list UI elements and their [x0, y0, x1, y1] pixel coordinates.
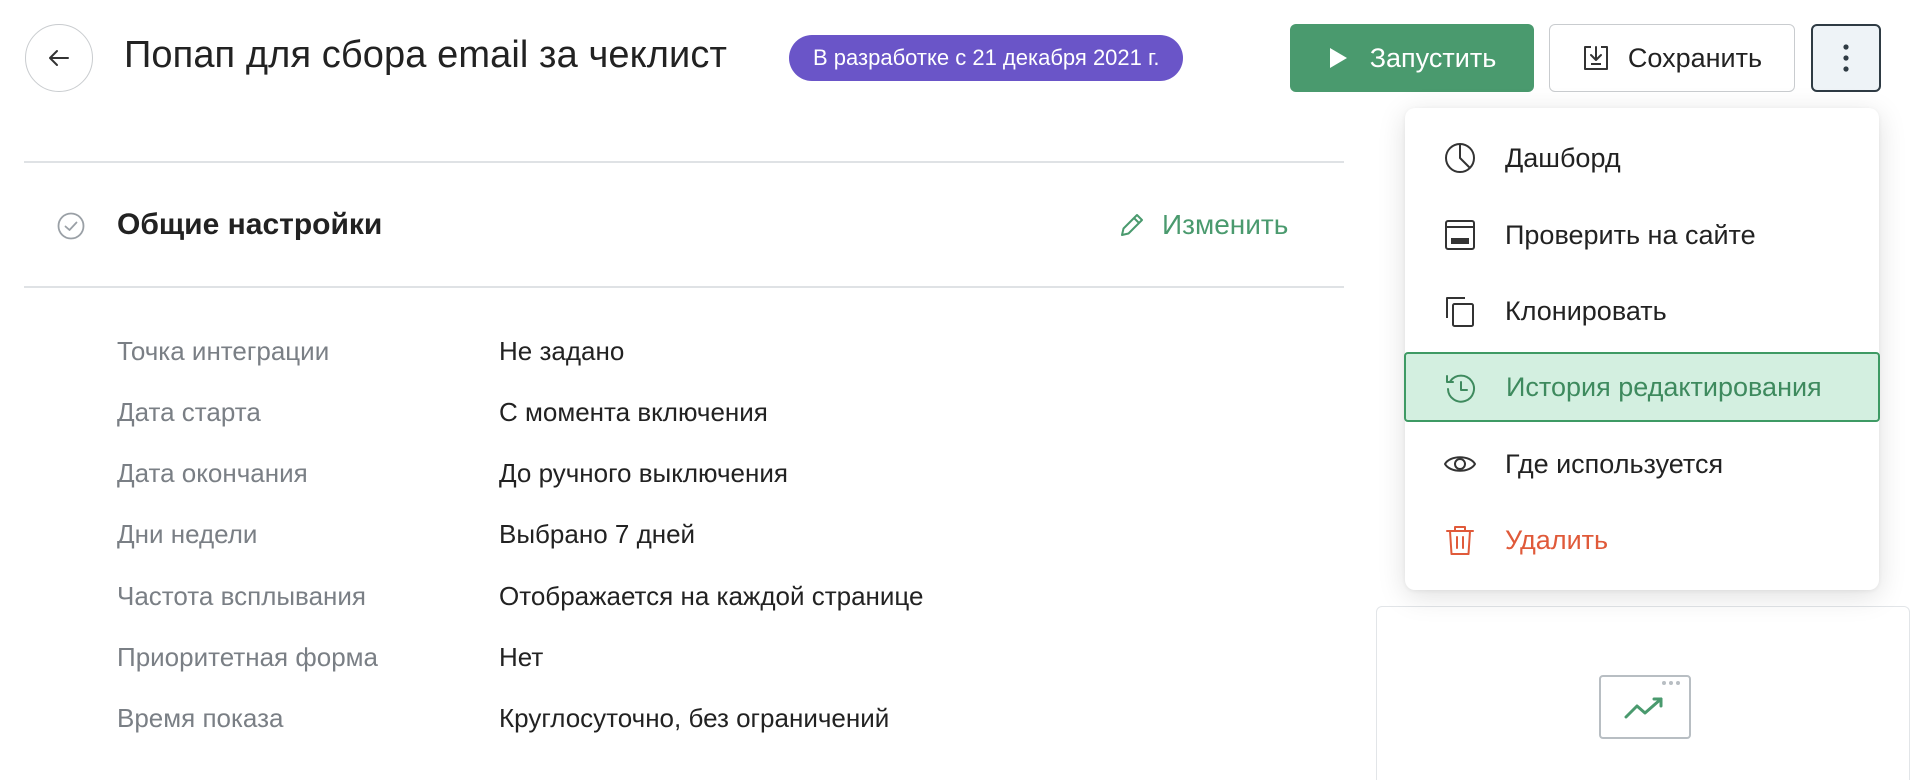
settings-key: Дата окончания — [117, 458, 308, 488]
settings-value: Не задано — [499, 336, 625, 366]
pencil-icon — [1121, 214, 1143, 236]
menu-item-delete[interactable]: Удалить — [1405, 505, 1879, 575]
more-actions-menu: Дашборд Проверить на сайте Клонировать И… — [1404, 108, 1880, 590]
save-button-label: Сохранить — [1627, 42, 1763, 73]
settings-key: Частота всплывания — [117, 581, 366, 611]
menu-item-clone[interactable]: Клонировать — [1405, 276, 1879, 346]
run-button-label: Запустить — [1369, 42, 1497, 73]
menu-item-label: Удалить — [1505, 524, 1609, 555]
settings-row: Время показа Круглосуточно, без ограниче… — [117, 703, 1317, 743]
menu-item-edit-history[interactable]: История редактирования — [1404, 352, 1880, 422]
settings-key: Дни недели — [117, 519, 258, 549]
page-title: Попап для сбора email за чеклист — [124, 34, 727, 76]
menu-item-label: Дашборд — [1505, 142, 1621, 173]
settings-row: Частота всплывания Отображается на каждо… — [117, 581, 1317, 621]
divider — [24, 286, 1344, 288]
settings-value: Круглосуточно, без ограничений — [499, 703, 890, 733]
status-badge-label: В разработке с 21 декабря 2021 г. — [813, 45, 1160, 70]
arrow-left-icon — [49, 50, 69, 66]
menu-item-where-used[interactable]: Где используется — [1405, 429, 1879, 499]
menu-item-check-on-site[interactable]: Проверить на сайте — [1405, 200, 1879, 270]
edit-button-label: Изменить — [1162, 209, 1289, 240]
copy-icon — [1446, 297, 1474, 327]
more-actions-button[interactable] — [1811, 24, 1881, 92]
edit-button[interactable]: Изменить — [1118, 209, 1288, 241]
settings-row: Дата старта С момента включения — [117, 397, 1317, 437]
settings-value: До ручного выключения — [499, 458, 788, 488]
section-title: Общие настройки — [117, 208, 383, 241]
browser-window-icon — [1445, 220, 1475, 250]
check-circle-icon — [57, 212, 85, 240]
trash-icon — [1446, 526, 1474, 555]
save-icon — [1583, 46, 1608, 70]
save-button[interactable]: Сохранить — [1549, 24, 1795, 92]
back-button[interactable] — [25, 24, 93, 92]
settings-key: Дата старта — [117, 397, 261, 427]
pie-chart-icon — [1445, 143, 1475, 173]
settings-row: Дата окончания До ручного выключения — [117, 458, 1317, 498]
menu-item-dashboard[interactable]: Дашборд — [1405, 123, 1879, 193]
settings-value: Отображается на каждой странице — [499, 581, 924, 611]
settings-row: Точка интеграции Не задано — [117, 336, 1317, 376]
history-icon — [1446, 374, 1475, 403]
preview-card — [1376, 606, 1910, 780]
divider — [24, 161, 1344, 163]
status-badge: В разработке с 21 декабря 2021 г. — [789, 35, 1184, 81]
settings-value: С момента включения — [499, 397, 768, 427]
eye-icon — [1444, 456, 1476, 472]
menu-item-label: История редактирования — [1506, 371, 1822, 402]
settings-row: Дни недели Выбрано 7 дней — [117, 519, 1317, 559]
settings-key: Точка интеграции — [117, 336, 330, 366]
settings-row: Приоритетная форма Нет — [117, 642, 1317, 682]
settings-value: Выбрано 7 дней — [499, 519, 696, 549]
menu-item-label: Где используется — [1505, 448, 1724, 479]
settings-key: Время показа — [117, 703, 284, 733]
menu-item-label: Проверить на сайте — [1505, 219, 1756, 250]
menu-item-label: Клонировать — [1505, 295, 1667, 326]
analytics-thumbnail-icon — [1599, 675, 1691, 739]
settings-key: Приоритетная форма — [117, 642, 379, 672]
run-button[interactable]: Запустить — [1290, 24, 1534, 92]
play-icon — [1329, 48, 1347, 68]
more-vertical-icon — [1843, 44, 1849, 72]
settings-value: Нет — [499, 642, 544, 672]
